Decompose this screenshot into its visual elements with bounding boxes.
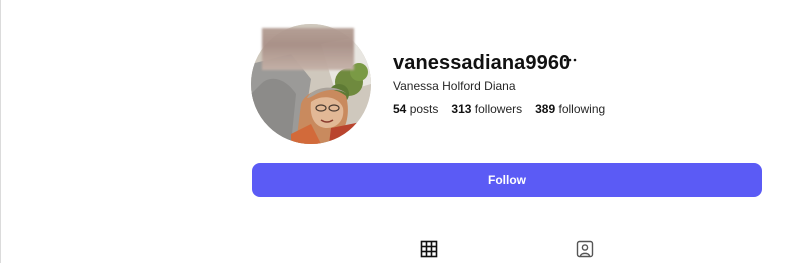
posts-label: posts bbox=[409, 102, 439, 116]
posts-stat: 54 posts bbox=[393, 101, 438, 117]
following-count: 389 bbox=[535, 102, 556, 116]
blurred-region bbox=[262, 28, 354, 70]
left-divider bbox=[0, 0, 1, 263]
tagged-person-icon[interactable] bbox=[576, 240, 594, 258]
posts-count: 54 bbox=[393, 102, 407, 116]
followers-stat[interactable]: 313 followers bbox=[451, 101, 522, 117]
followers-count: 313 bbox=[451, 102, 472, 116]
profile-full-name: Vanessa Holford Diana bbox=[393, 79, 516, 93]
profile-stats: 54 posts 313 followers 389 following bbox=[393, 101, 618, 117]
ellipsis-icon[interactable] bbox=[560, 50, 580, 70]
following-stat[interactable]: 389 following bbox=[535, 101, 605, 117]
following-label: following bbox=[558, 102, 606, 116]
profile-username: vanessadiana9960 bbox=[393, 52, 571, 74]
followers-label: followers bbox=[474, 102, 523, 116]
follow-button[interactable]: Follow bbox=[252, 163, 762, 197]
grid-icon[interactable] bbox=[420, 240, 438, 258]
